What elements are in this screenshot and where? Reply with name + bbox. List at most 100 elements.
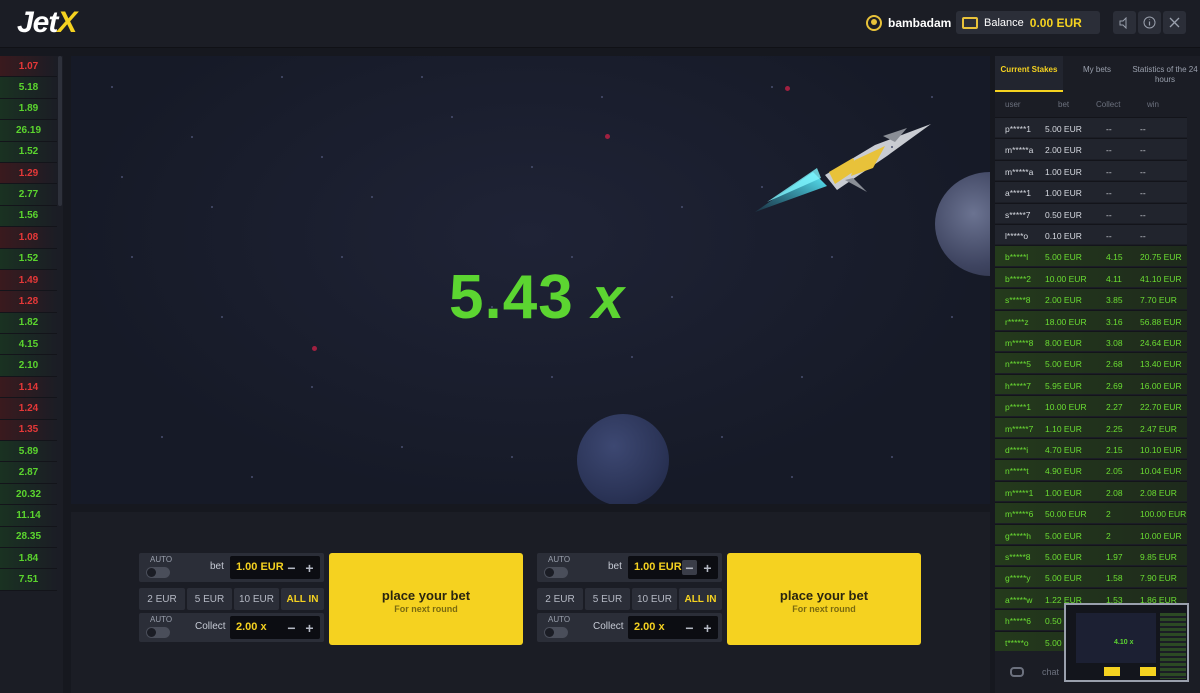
stake-win: 2.47 EUR	[1140, 423, 1177, 434]
stake-bet: 0.50 EUR	[1045, 209, 1082, 220]
balance-value: 0.00 EUR	[1029, 15, 1082, 30]
star	[931, 96, 933, 98]
quick-bet-10-button[interactable]: 10 EUR	[234, 588, 279, 610]
history-item: 1.08	[0, 227, 57, 249]
quick-bet-5-button[interactable]: 5 EUR	[187, 588, 232, 610]
history-item: 1.49	[0, 269, 57, 292]
star	[281, 76, 283, 78]
all-in-button[interactable]: ALL IN	[281, 588, 324, 610]
star	[131, 256, 133, 258]
stake-collect: --	[1106, 166, 1112, 177]
stake-row: g*****h 5.00 EUR 2 10.00 EUR	[995, 523, 1187, 544]
collect-amount-value: 2.00 x	[634, 621, 665, 633]
speaker-icon[interactable]	[1113, 11, 1136, 34]
stake-row: d*****i 4.70 EUR 2.15 10.10 EUR	[995, 438, 1187, 459]
user-info[interactable]: bambadam	[866, 13, 951, 33]
stake-collect: 2.69	[1106, 380, 1123, 391]
preview-stakes	[1160, 613, 1186, 679]
close-icon[interactable]	[1163, 11, 1186, 34]
stake-row: m*****1 1.00 EUR 2.08 2.08 EUR	[995, 480, 1187, 502]
stake-bet: 5.00 EUR	[1045, 252, 1082, 263]
tab-my-bets[interactable]: My bets	[1063, 56, 1131, 92]
stake-win: 10.10 EUR	[1140, 445, 1182, 455]
stake-user: m*****8	[1005, 338, 1034, 348]
star	[531, 166, 533, 168]
star	[951, 316, 953, 318]
stake-bet: 50.00 EUR	[1045, 509, 1087, 520]
bet-amount-field[interactable]: 1.00 EUR − +	[628, 556, 718, 579]
star	[671, 296, 673, 298]
auto-bet-toggle[interactable]	[544, 567, 568, 578]
tab-statistics[interactable]: Statistics of the 24 hours	[1131, 56, 1199, 92]
stake-win: --	[1140, 188, 1146, 199]
stake-user: h*****6	[1005, 616, 1031, 627]
auto-collect-toggle[interactable]	[544, 627, 568, 638]
auto-collect-toggle[interactable]	[146, 627, 170, 638]
stake-bet: 5.00 EUR	[1045, 530, 1082, 541]
stake-user: d*****i	[1005, 445, 1029, 455]
collect-increase-button[interactable]: +	[700, 620, 715, 636]
stake-user: b*****l	[1005, 252, 1029, 263]
history-item: 1.28	[0, 291, 57, 313]
bet-increase-button[interactable]: +	[700, 560, 715, 576]
bet-decrease-button[interactable]: −	[682, 560, 697, 576]
stake-collect: --	[1106, 124, 1112, 134]
wallet-icon	[962, 16, 978, 29]
quick-bet-2-button[interactable]: 2 EUR	[537, 588, 583, 610]
collect-decrease-button[interactable]: −	[284, 620, 299, 636]
star	[121, 176, 123, 178]
stake-user: h*****7	[1005, 380, 1031, 391]
auto-bet-toggle[interactable]	[146, 567, 170, 578]
collect-row: AUTO Collect 2.00 x − +	[139, 613, 324, 642]
collect-increase-button[interactable]: +	[302, 620, 317, 636]
preview-bet-button	[1104, 667, 1120, 676]
stake-win: 24.64 EUR	[1140, 338, 1182, 348]
preview-thumbnail[interactable]: 4.10 x	[1064, 603, 1189, 682]
stake-row: a*****1 1.00 EUR -- --	[995, 181, 1187, 202]
stake-win: 100.00 EUR	[1140, 509, 1187, 520]
all-in-button[interactable]: ALL IN	[679, 588, 722, 610]
column-header-user: user	[1005, 100, 1021, 109]
chat-button[interactable]: chat	[1010, 667, 1059, 677]
stake-win: --	[1140, 145, 1146, 156]
stake-row: h*****7 5.95 EUR 2.69 16.00 EUR	[995, 373, 1187, 395]
stake-collect: 2	[1106, 530, 1111, 541]
place-bet-sublabel: For next round	[394, 604, 458, 614]
stake-row: n*****5 5.00 EUR 2.68 13.40 EUR	[995, 352, 1187, 373]
stake-user: m*****a	[1005, 145, 1034, 156]
collect-label: Collect	[593, 621, 624, 632]
tab-current-stakes[interactable]: Current Stakes	[995, 56, 1063, 92]
stake-user: r*****z	[1005, 316, 1029, 327]
history-item: 1.82	[0, 312, 57, 335]
star	[891, 146, 893, 148]
quick-bet-10-button[interactable]: 10 EUR	[632, 588, 677, 610]
stake-bet: 8.00 EUR	[1045, 338, 1082, 348]
quick-bet-2-button[interactable]: 2 EUR	[139, 588, 185, 610]
place-bet-button[interactable]: place your bet For next round	[727, 553, 921, 645]
username: bambadam	[888, 16, 952, 30]
stake-collect: 2.27	[1106, 402, 1123, 413]
collect-amount-field[interactable]: 2.00 x − +	[230, 616, 320, 639]
stakes-panel: Current Stakes My bets Statistics of the 2…	[995, 56, 1200, 693]
stake-row: n*****t 4.90 EUR 2.05 10.04 EUR	[995, 459, 1187, 480]
bet-amount-value: 1.00 EUR	[236, 561, 284, 573]
quick-bet-5-button[interactable]: 5 EUR	[585, 588, 630, 610]
place-bet-button[interactable]: place your bet For next round	[329, 553, 523, 645]
stake-collect: 2.05	[1106, 466, 1123, 477]
stake-collect: 1.58	[1106, 573, 1123, 584]
info-icon[interactable]	[1138, 11, 1161, 34]
bet-decrease-button[interactable]: −	[284, 560, 299, 576]
stake-collect: 4.15	[1106, 252, 1123, 263]
stake-bet: 2.00 EUR	[1045, 295, 1082, 306]
stake-collect: 2.25	[1106, 423, 1123, 434]
history-item: 1.14	[0, 376, 57, 399]
collect-amount-field[interactable]: 2.00 x − +	[628, 616, 718, 639]
auto-bet-label: AUTO	[548, 555, 571, 564]
stake-user: n*****5	[1005, 359, 1031, 370]
bet-amount-field[interactable]: 1.00 EUR − +	[230, 556, 320, 579]
history-item: 1.52	[0, 248, 57, 270]
bet-increase-button[interactable]: +	[302, 560, 317, 576]
history-scrollbar[interactable]	[57, 56, 63, 693]
stake-collect: --	[1106, 145, 1112, 156]
collect-decrease-button[interactable]: −	[682, 620, 697, 636]
